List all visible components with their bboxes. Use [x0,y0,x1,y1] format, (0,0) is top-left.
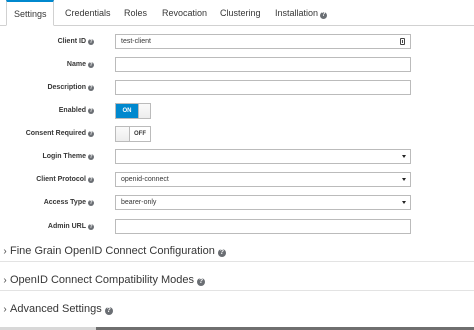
consent-required-toggle[interactable]: OFF [115,126,151,142]
help-circle-icon[interactable]: ? [88,224,94,230]
section-fine-grain-oidc[interactable]: › Fine Grain OpenID Connect Configuration… [0,241,474,261]
description-field[interactable] [115,80,411,95]
help-circle-icon[interactable]: ? [88,154,94,160]
section-oidc-compatibility-modes[interactable]: › OpenID Connect Compatibility Modes? [0,270,474,290]
help-circle-icon[interactable]: ? [88,85,94,91]
help-circle-icon[interactable]: ? [217,249,226,257]
caret-down-icon [402,178,406,181]
enabled-label: Enabled? [58,107,94,114]
tab-credentials-label: Credentials [65,8,111,18]
enabled-toggle-state: ON [116,104,138,118]
section-advanced-settings[interactable]: › Advanced Settings? [0,299,474,319]
chevron-right-icon: › [3,246,7,257]
toggle-knob [138,104,150,118]
tab-clustering[interactable]: Clustering [220,0,261,26]
caret-down-icon [402,201,406,204]
section-title: OpenID Connect Compatibility Modes [10,274,195,286]
help-circle-icon[interactable]: ? [88,39,94,45]
divider [0,261,474,262]
admin-url-label: Admin URL? [47,223,94,230]
client-id-field[interactable]: test-client [115,34,411,49]
client-protocol-label: Client Protocol? [36,176,94,183]
help-circle-icon[interactable]: ? [88,62,94,68]
tab-clustering-label: Clustering [220,8,261,18]
tab-credentials[interactable]: Credentials [65,0,111,26]
client-id-value: test-client [121,38,151,45]
access-type-value: bearer-only [121,199,157,206]
chevron-right-icon: › [3,275,7,286]
help-circle-icon[interactable]: ? [104,307,113,315]
divider [0,290,474,291]
client-protocol-select[interactable]: openid-connect [115,172,411,187]
login-theme-label: Login Theme? [42,153,94,160]
access-type-select[interactable]: bearer-only [115,195,411,210]
tab-settings-label: Settings [14,9,47,19]
tab-revocation[interactable]: Revocation [162,0,207,26]
help-circle-icon[interactable]: ? [320,12,328,19]
name-label: Name? [66,61,94,68]
section-title: Advanced Settings [10,303,102,315]
client-protocol-value: openid-connect [121,176,169,183]
tab-installation[interactable]: Installation? [275,0,328,26]
tab-installation-label: Installation [275,8,319,18]
enabled-toggle[interactable]: ON [115,103,151,119]
help-circle-icon[interactable]: ? [88,108,94,114]
clipboard-icon[interactable] [400,38,405,45]
tab-roles[interactable]: Roles [124,0,147,26]
access-type-label: Access Type? [43,199,94,206]
description-label: Description? [47,84,94,91]
consent-required-toggle-state: OFF [134,131,146,137]
help-circle-icon[interactable]: ? [88,200,94,206]
tab-roles-label: Roles [124,8,148,18]
tab-revocation-label: Revocation [162,8,208,18]
help-circle-icon[interactable]: ? [88,177,94,183]
help-circle-icon[interactable]: ? [197,278,206,286]
name-field[interactable] [115,57,411,72]
caret-down-icon [402,155,406,158]
admin-url-field[interactable] [115,219,411,234]
tab-bar: Settings Credentials Roles Revocation Cl… [0,0,474,26]
tab-settings[interactable]: Settings [6,0,54,26]
client-id-label: Client ID? [57,38,94,45]
chevron-right-icon: › [3,304,7,315]
consent-required-label: Consent Required? [25,130,94,137]
help-circle-icon[interactable]: ? [88,131,94,137]
login-theme-select[interactable] [115,149,411,164]
section-title: Fine Grain OpenID Connect Configuration [10,245,215,257]
toggle-knob [116,127,130,141]
